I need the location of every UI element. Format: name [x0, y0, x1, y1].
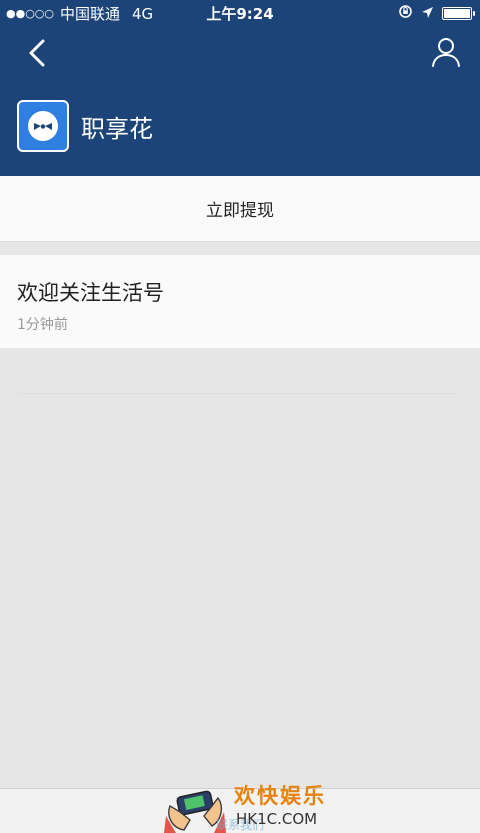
status-right: [398, 4, 475, 23]
chevron-left-icon: [29, 39, 45, 67]
withdraw-button[interactable]: 立即提现: [0, 176, 480, 242]
battery-icon: [442, 7, 475, 20]
account-name: 职享花: [81, 114, 153, 143]
watermark-title: 欢快娱乐: [234, 784, 326, 808]
account-logo[interactable]: [17, 100, 69, 152]
status-bar: ●●○○○ 中国联通 4G 上午9:24: [0, 0, 480, 24]
message-title: 欢迎关注生活号: [17, 281, 164, 305]
back-button[interactable]: [20, 34, 54, 72]
message-time: 1分钟前: [17, 317, 68, 333]
watermark-domain: HK1C.COM: [236, 810, 318, 828]
divider: [18, 393, 458, 394]
user-icon: [432, 38, 460, 67]
location-arrow-icon: [421, 5, 434, 23]
profile-button[interactable]: [426, 32, 466, 72]
withdraw-label: 立即提现: [206, 201, 274, 221]
bowtie-face-logo-icon: [28, 111, 58, 141]
account-info: 职享花: [17, 100, 153, 152]
header: ●●○○○ 中国联通 4G 上午9:24 职享花: [0, 0, 480, 176]
orientation-lock-icon: [398, 4, 413, 23]
message-card[interactable]: 欢迎关注生活号 1分钟前: [0, 255, 480, 348]
watermark: 欢快娱乐 联系我们 HK1C.COM: [164, 776, 334, 833]
